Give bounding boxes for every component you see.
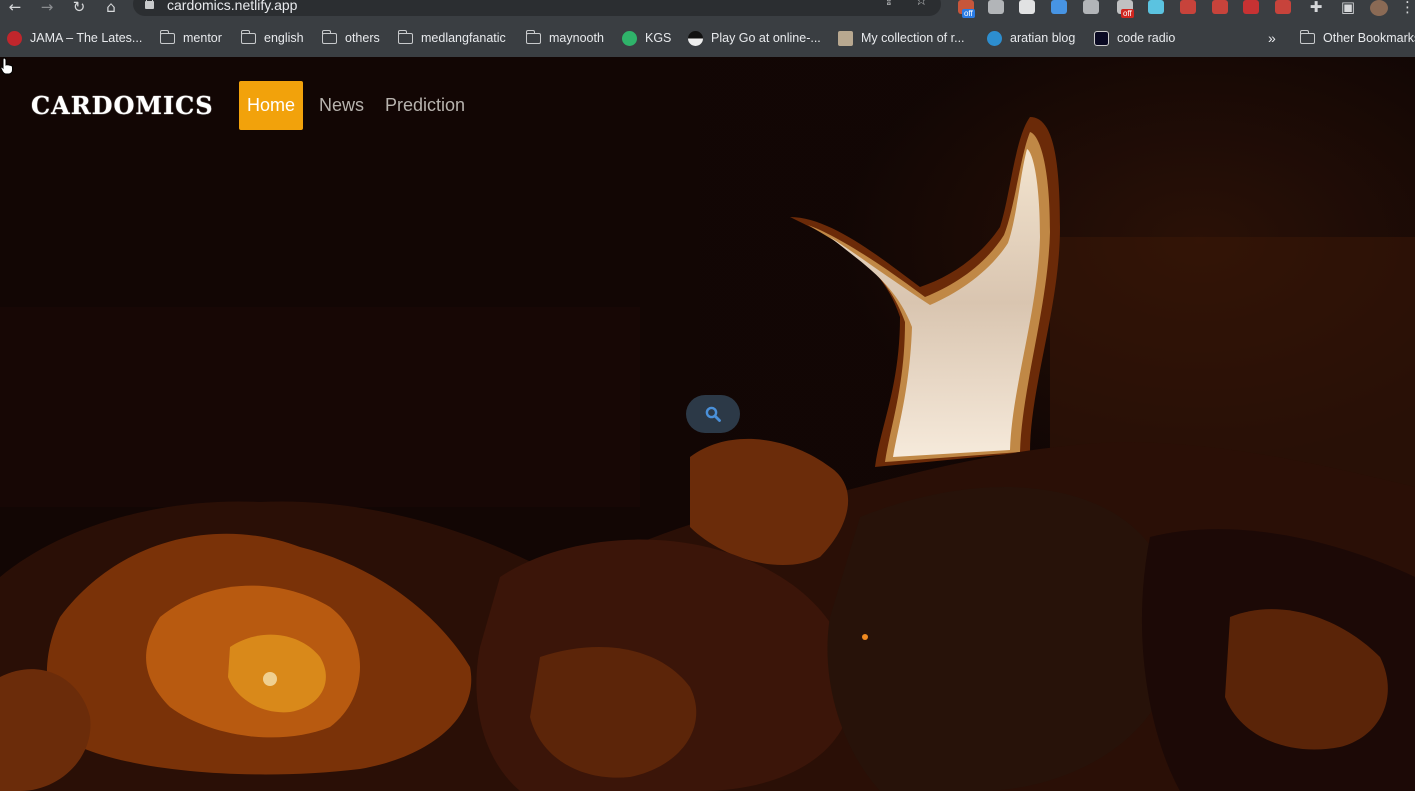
react-icon[interactable]	[1148, 0, 1164, 14]
other-bookmarks-label: Other Bookmarks	[1323, 31, 1415, 45]
hand-cursor-icon	[0, 57, 13, 75]
folder-icon	[1300, 30, 1315, 44]
bookmark-item[interactable]: My collection of r...	[838, 30, 965, 46]
extension-b[interactable]	[988, 0, 1004, 14]
nav-news[interactable]: News	[319, 81, 364, 130]
bookmark-item[interactable]: others	[322, 30, 380, 46]
bookmark-item[interactable]: Play Go at online-...	[688, 30, 821, 46]
wordpress-icon	[987, 30, 1002, 46]
puzzle-icon[interactable]: ✚	[1307, 0, 1325, 16]
bookmark-item[interactable]: KGS	[622, 30, 671, 46]
bookmark-label: My collection of r...	[861, 31, 965, 45]
browser-toolbar: ← → ↻ ⌂ cardomics.netlify.app ⇪ ☆ off off…	[0, 0, 1415, 22]
kgs-icon	[622, 30, 637, 46]
home-icon[interactable]: ⌂	[102, 0, 120, 16]
bookmark-item[interactable]: code radio	[1094, 30, 1175, 46]
bookmarks-bar: JAMA – The Lates... mentor english others me…	[0, 26, 1415, 50]
side-panel-icon[interactable]: ▣	[1339, 0, 1357, 16]
bookmark-label: others	[345, 31, 380, 45]
code-radio-icon	[1094, 30, 1109, 46]
bookmark-item[interactable]: english	[241, 30, 304, 46]
nav-prediction[interactable]: Prediction	[385, 81, 465, 130]
search-icon	[705, 406, 721, 422]
extension-e[interactable]	[1212, 0, 1228, 14]
forward-icon[interactable]: →	[38, 0, 56, 16]
bookmark-item[interactable]: aratian blog	[987, 30, 1075, 46]
search-button[interactable]	[686, 395, 740, 433]
extension-badge: off	[1121, 9, 1134, 18]
bookmark-label: mentor	[183, 31, 222, 45]
folder-icon	[322, 30, 337, 44]
folder-icon	[526, 30, 541, 44]
target-icon[interactable]	[1083, 0, 1099, 14]
page: CARDOMICS Home News Prediction	[0, 57, 1415, 791]
address-bar[interactable]: cardomics.netlify.app ⇪ ☆	[133, 0, 941, 16]
site-logo[interactable]: CARDOMICS	[31, 91, 214, 121]
go-icon	[688, 30, 703, 46]
photo-icon	[838, 30, 853, 46]
bookmark-label: maynooth	[549, 31, 604, 45]
more-bookmarks-button[interactable]: »	[1268, 30, 1276, 46]
menu-icon[interactable]: ⋮	[1400, 0, 1415, 16]
reload-icon[interactable]: ↻	[70, 0, 88, 16]
other-bookmarks[interactable]: Other Bookmarks	[1300, 30, 1415, 46]
bookmark-label: Play Go at online-...	[711, 31, 821, 45]
bookmark-label: english	[264, 31, 304, 45]
bookmark-item[interactable]: medlangfanatic	[398, 30, 506, 46]
url-text[interactable]: cardomics.netlify.app	[167, 0, 297, 12]
folder-icon	[398, 30, 413, 44]
clock-icon[interactable]	[1051, 0, 1067, 14]
jama-icon	[7, 30, 22, 46]
bookmark-label: KGS	[645, 31, 672, 45]
bookmark-item[interactable]: maynooth	[526, 30, 604, 46]
back-icon[interactable]: ←	[6, 0, 24, 16]
folder-icon	[241, 30, 256, 44]
folder-icon	[160, 30, 175, 44]
bookmark-label: JAMA – The Lates...	[30, 31, 143, 45]
bookmark-item[interactable]: mentor	[160, 30, 222, 46]
profile-avatar[interactable]	[1370, 0, 1388, 16]
bookmark-star-icon[interactable]: ☆	[915, 0, 928, 8]
browser-chrome: ← → ↻ ⌂ cardomics.netlify.app ⇪ ☆ off off…	[0, 0, 1415, 57]
bookmark-label: medlangfanatic	[421, 31, 506, 45]
lock-icon	[145, 0, 154, 9]
nav-home[interactable]: Home	[239, 81, 304, 130]
extension-f[interactable]	[1275, 0, 1291, 14]
notion-icon[interactable]	[1019, 0, 1035, 14]
bookmark-item[interactable]: JAMA – The Lates...	[7, 30, 142, 46]
extension-d[interactable]	[1180, 0, 1196, 14]
extension-badge: off	[962, 9, 975, 18]
bookmark-label: aratian blog	[1010, 31, 1076, 45]
share-icon[interactable]: ⇪	[883, 0, 895, 8]
bookmark-label: code radio	[1117, 31, 1176, 45]
youtube-icon[interactable]	[1243, 0, 1259, 14]
